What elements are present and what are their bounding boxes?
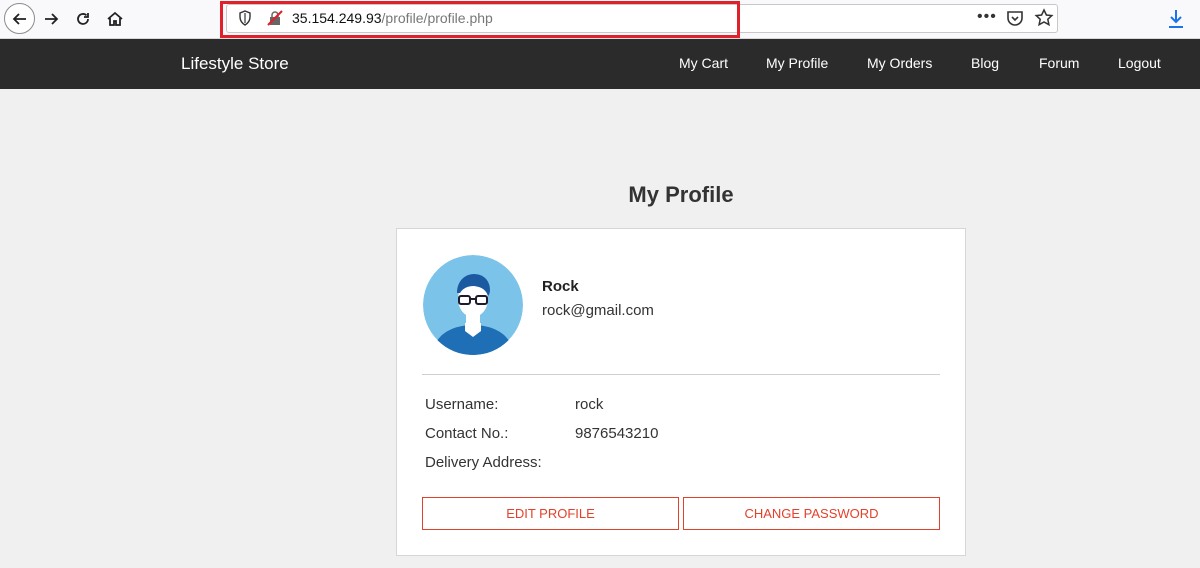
url-highlight-box [220, 1, 740, 38]
home-icon[interactable] [101, 5, 129, 33]
contact-value: 9876543210 [575, 425, 659, 442]
profile-card: Rock rock@gmail.com Username: rock Conta… [396, 228, 966, 556]
nav-my-profile[interactable]: My Profile [766, 55, 828, 71]
avatar [423, 255, 523, 355]
nav-forum[interactable]: Forum [1039, 55, 1079, 71]
delivery-address-label: Delivery Address: [425, 454, 542, 471]
page-title: My Profile [628, 182, 734, 207]
divider [422, 374, 940, 375]
back-icon[interactable] [4, 3, 35, 34]
contact-label: Contact No.: [425, 425, 509, 442]
nav-logout[interactable]: Logout [1118, 55, 1161, 71]
nav-links: My Cart My Profile My Orders Blog Forum … [0, 55, 1200, 75]
nav-blog[interactable]: Blog [971, 55, 999, 71]
username-value: rock [575, 396, 604, 413]
user-name: Rock [542, 278, 579, 295]
change-password-button[interactable]: CHANGE PASSWORD [683, 497, 940, 530]
nav-my-cart[interactable]: My Cart [679, 55, 728, 71]
download-icon[interactable] [1166, 8, 1186, 30]
reload-icon[interactable] [69, 5, 97, 33]
nav-my-orders[interactable]: My Orders [867, 55, 932, 71]
pocket-icon[interactable] [1006, 9, 1024, 27]
browser-toolbar: 35.154.249.93/profile/profile.php ••• [0, 0, 1200, 39]
site-navbar: Lifestyle Store My Cart My Profile My Or… [0, 39, 1200, 89]
user-email: rock@gmail.com [542, 302, 654, 319]
edit-profile-button[interactable]: EDIT PROFILE [422, 497, 679, 530]
more-actions-icon[interactable]: ••• [977, 8, 999, 28]
forward-icon[interactable] [37, 5, 65, 33]
username-label: Username: [425, 396, 499, 413]
bookmark-star-icon[interactable] [1034, 8, 1054, 28]
